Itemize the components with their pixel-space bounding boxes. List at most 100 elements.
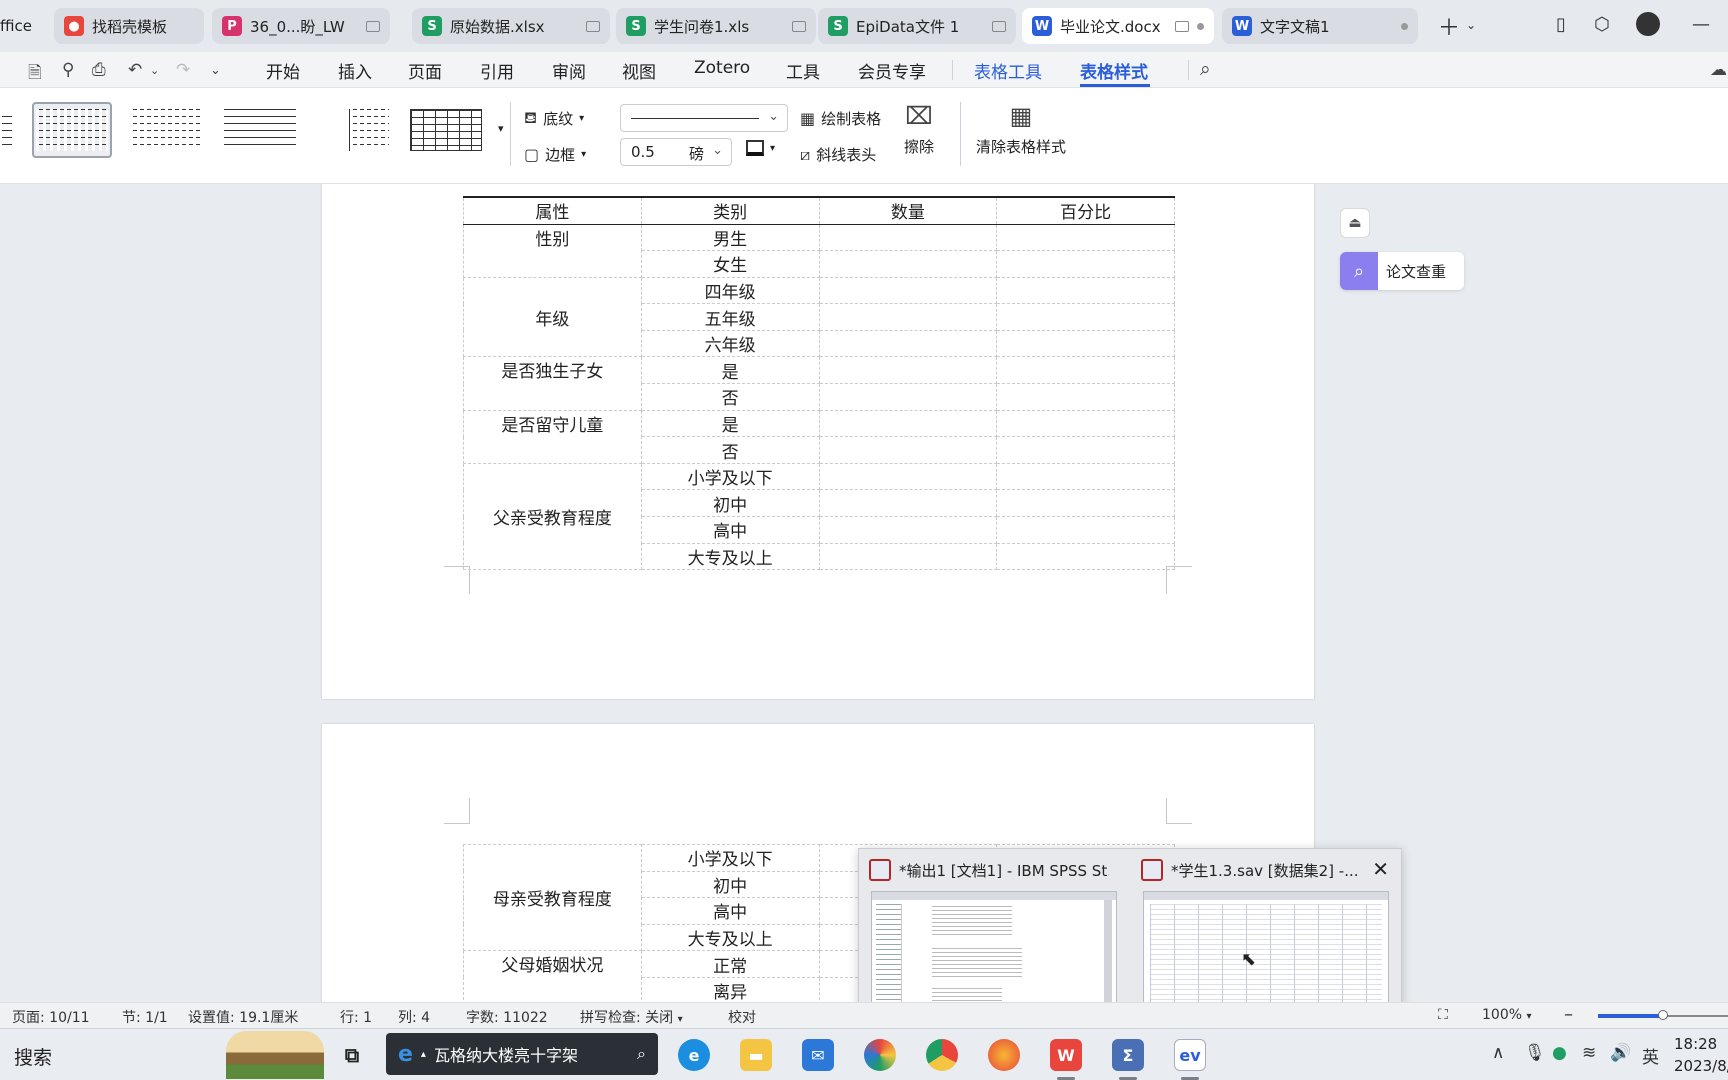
percent-cell[interactable]	[996, 329, 1175, 358]
menu-references[interactable]: 引用	[480, 58, 514, 83]
category-cell[interactable]: 离异	[640, 976, 820, 1002]
count-cell[interactable]	[818, 250, 998, 278]
count-cell[interactable]	[818, 436, 998, 464]
percent-cell[interactable]	[996, 516, 1175, 544]
menu-membership[interactable]: 会员专享	[858, 58, 926, 83]
menu-table-tools[interactable]: 表格工具	[974, 58, 1042, 83]
clear-table-style-button[interactable]: ▦ 清除表格样式	[976, 102, 1066, 157]
undo-dropdown-icon[interactable]: ⌄	[150, 64, 159, 77]
count-cell[interactable]	[818, 223, 998, 252]
collapse-panel-button[interactable]: ⏏	[1340, 208, 1370, 238]
count-cell[interactable]	[818, 276, 998, 305]
status-section[interactable]: 节: 1/1	[122, 1007, 168, 1027]
news-widget[interactable]: e ▴ 瓦格纳大楼亮十字架 ⌕	[386, 1033, 658, 1075]
category-cell[interactable]: 高中	[640, 897, 820, 925]
style-thumb-partial[interactable]	[2, 116, 12, 146]
minimize-icon[interactable]: —	[1692, 14, 1710, 35]
volume-icon[interactable]: 🔊	[1610, 1043, 1631, 1063]
avatar[interactable]	[1636, 12, 1660, 36]
table-style-option-1[interactable]	[32, 102, 112, 158]
attribute-cell[interactable]: 是否留守儿童	[463, 409, 642, 464]
attribute-cell[interactable]: 父亲受教育程度	[463, 462, 642, 571]
category-cell[interactable]: 女生	[640, 250, 820, 278]
count-cell[interactable]	[818, 356, 998, 385]
plagiarism-check-button[interactable]: ⌕ 论文查重	[1340, 252, 1464, 290]
header-cell-attribute[interactable]: 属性	[463, 196, 642, 225]
attribute-cell[interactable]: 母亲受教育程度	[463, 843, 642, 952]
header-cell-category[interactable]: 类别	[640, 196, 820, 225]
category-cell[interactable]: 初中	[640, 489, 820, 518]
count-cell[interactable]	[818, 542, 998, 571]
menu-page[interactable]: 页面	[408, 58, 442, 83]
wifi-icon[interactable]: ≋	[1582, 1043, 1596, 1063]
header-cell-count[interactable]: 数量	[818, 196, 998, 225]
line-width-select[interactable]: 0.5 磅 ⌄	[620, 138, 732, 166]
category-cell[interactable]: 四年级	[640, 276, 820, 305]
line-style-select[interactable]: ⌄	[620, 104, 788, 132]
percent-cell[interactable]	[996, 409, 1175, 438]
count-cell[interactable]	[818, 489, 998, 518]
tab-office[interactable]: ffice	[0, 8, 54, 44]
zoom-slider-handle[interactable]	[1658, 1010, 1668, 1020]
format-painter-icon[interactable]: ⚲	[62, 60, 74, 80]
tray-overflow-icon[interactable]: ∧	[1492, 1043, 1504, 1063]
microphone-icon[interactable]: 🎙	[1524, 1043, 1546, 1063]
menu-home[interactable]: 开始	[266, 58, 300, 83]
tab-epidata[interactable]: S EpiData文件 1	[818, 8, 1016, 44]
system-clock[interactable]: 18:28 2023/8/	[1674, 1033, 1728, 1077]
percent-cell[interactable]	[996, 303, 1175, 331]
firefox-icon[interactable]	[988, 1039, 1020, 1071]
attribute-cell[interactable]: 年级	[463, 276, 642, 358]
search-icon[interactable]: ⌕	[1200, 58, 1211, 80]
category-cell[interactable]: 大专及以上	[640, 923, 820, 952]
tab-pdf[interactable]: P 36_0...盼_LW	[212, 8, 390, 44]
print-preview-icon[interactable]: ⎙	[92, 60, 106, 80]
status-spell-check[interactable]: 拼写检查: 关闭 ▾	[580, 1007, 683, 1027]
save-icon[interactable]: 🗎	[28, 60, 42, 89]
task-view-icon[interactable]: ⧉	[336, 1039, 368, 1071]
redo-icon[interactable]: ↷	[176, 60, 190, 80]
borders-button[interactable]: ▢ 边框 ▾	[524, 144, 586, 165]
epidata-icon[interactable]: ev	[1174, 1039, 1206, 1071]
zoom-level[interactable]: 100% ▾	[1482, 1007, 1532, 1023]
wps-office-icon[interactable]: W	[1050, 1039, 1082, 1071]
mail-icon[interactable]: ✉	[802, 1039, 834, 1071]
table-style-option-3[interactable]	[220, 102, 300, 158]
percent-cell[interactable]	[996, 462, 1175, 491]
more-chevron-icon[interactable]: ⌄	[210, 63, 221, 78]
file-explorer-icon[interactable]: ▬	[740, 1039, 772, 1071]
percent-cell[interactable]	[996, 383, 1175, 411]
count-cell[interactable]	[818, 409, 998, 438]
status-word-count[interactable]: 字数: 11022	[466, 1007, 548, 1027]
cloud-icon[interactable]: ☁	[1710, 60, 1727, 80]
table-style-option-5[interactable]	[406, 102, 486, 158]
diagonal-header-button[interactable]: ⧄ 斜线表头	[800, 144, 876, 165]
header-cell-percent[interactable]: 百分比	[996, 196, 1175, 225]
count-cell[interactable]	[818, 462, 998, 491]
category-cell[interactable]: 五年级	[640, 303, 820, 331]
category-cell[interactable]: 小学及以下	[640, 462, 820, 491]
category-cell[interactable]: 是	[640, 409, 820, 438]
category-cell[interactable]: 大专及以上	[640, 542, 820, 571]
table-style-option-2[interactable]	[126, 102, 206, 158]
photos-icon[interactable]	[864, 1039, 896, 1071]
spss-taskbar-icon[interactable]: Σ	[1112, 1039, 1144, 1071]
layout-icon[interactable]: ▯	[1556, 14, 1566, 35]
menu-view[interactable]: 视图	[622, 58, 656, 83]
tab-docer-templates[interactable]: ● 找稻壳模板	[54, 8, 204, 44]
category-cell[interactable]: 否	[640, 436, 820, 464]
category-cell[interactable]: 高中	[640, 516, 820, 544]
menu-tools[interactable]: 工具	[786, 58, 820, 83]
chrome-icon[interactable]	[926, 1039, 958, 1071]
percent-cell[interactable]	[996, 542, 1175, 571]
attribute-cell[interactable]: 是否独生子女	[463, 356, 642, 411]
menu-zotero[interactable]: Zotero	[694, 58, 750, 78]
zoom-out-icon[interactable]: –	[1564, 1004, 1573, 1025]
category-cell[interactable]: 初中	[640, 870, 820, 899]
status-position[interactable]: 设置值: 19.1厘米	[188, 1007, 298, 1027]
tab-text-doc[interactable]: W 文字文稿1	[1222, 8, 1418, 44]
menu-review[interactable]: 审阅	[552, 58, 586, 83]
percent-cell[interactable]	[996, 223, 1175, 252]
tab-raw-data-xlsx[interactable]: S 原始数据.xlsx	[412, 8, 610, 44]
status-page[interactable]: 页面: 10/11	[12, 1007, 90, 1027]
